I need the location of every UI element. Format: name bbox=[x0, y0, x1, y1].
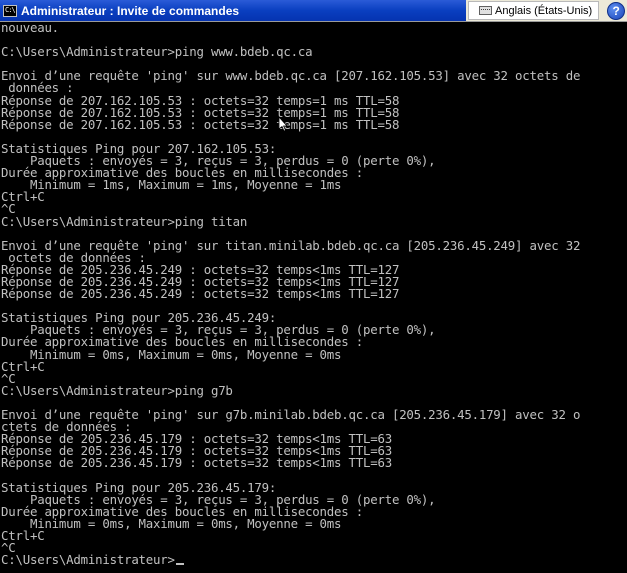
language-label: Anglais (États-Unis) bbox=[495, 4, 593, 17]
help-button[interactable]: ? bbox=[607, 1, 626, 20]
console-line: Minimum = 0ms, Maximum = 0ms, Moyenne = … bbox=[1, 346, 342, 362]
console-line: C:\Users\Administrateur>ping g7b bbox=[1, 382, 233, 398]
console-output[interactable]: nouveau. C:\Users\Administrateur>ping www… bbox=[0, 22, 627, 573]
command-prompt-window: C:\ Administrateur : Invite de commandes… bbox=[0, 0, 627, 573]
language-selector-button[interactable]: Anglais (États-Unis) bbox=[468, 1, 600, 20]
language-bar: Anglais (États-Unis) ? bbox=[466, 0, 627, 21]
cmd-icon-label: C:\ bbox=[5, 5, 16, 14]
console-line: Minimum = 1ms, Maximum = 1ms, Moyenne = … bbox=[1, 177, 342, 193]
text-cursor bbox=[175, 563, 184, 566]
help-icon: ? bbox=[612, 3, 620, 18]
console-line: C:\Users\Administrateur>ping titan bbox=[1, 213, 248, 229]
console-line: Minimum = 0ms, Maximum = 0ms, Moyenne = … bbox=[1, 515, 342, 531]
console-line: Réponse de 205.236.45.179 : octets=32 te… bbox=[1, 455, 392, 471]
console-line: Ctrl+C bbox=[1, 189, 45, 205]
window-caption[interactable]: C:\ Administrateur : Invite de commandes bbox=[0, 0, 466, 21]
cmd-icon[interactable]: C:\ bbox=[3, 4, 17, 17]
console-line: Réponse de 207.162.105.53 : octets=32 te… bbox=[1, 116, 400, 132]
window-title: Administrateur : Invite de commandes bbox=[21, 3, 240, 18]
console-line: Envoi d’une requête 'ping' sur www.bdeb.… bbox=[1, 68, 581, 84]
console-line: nouveau. bbox=[1, 22, 59, 35]
keyboard-icon bbox=[479, 6, 492, 15]
title-bar: C:\ Administrateur : Invite de commandes… bbox=[0, 0, 627, 22]
mouse-pointer-icon bbox=[278, 117, 288, 132]
console-line: C:\Users\Administrateur>ping www.bdeb.qc… bbox=[1, 44, 313, 60]
console-line: Ctrl+C bbox=[1, 527, 45, 543]
console-line: Ctrl+C bbox=[1, 358, 45, 374]
console-line: Réponse de 205.236.45.249 : octets=32 te… bbox=[1, 286, 400, 302]
console-line: C:\Users\Administrateur> bbox=[1, 553, 627, 566]
